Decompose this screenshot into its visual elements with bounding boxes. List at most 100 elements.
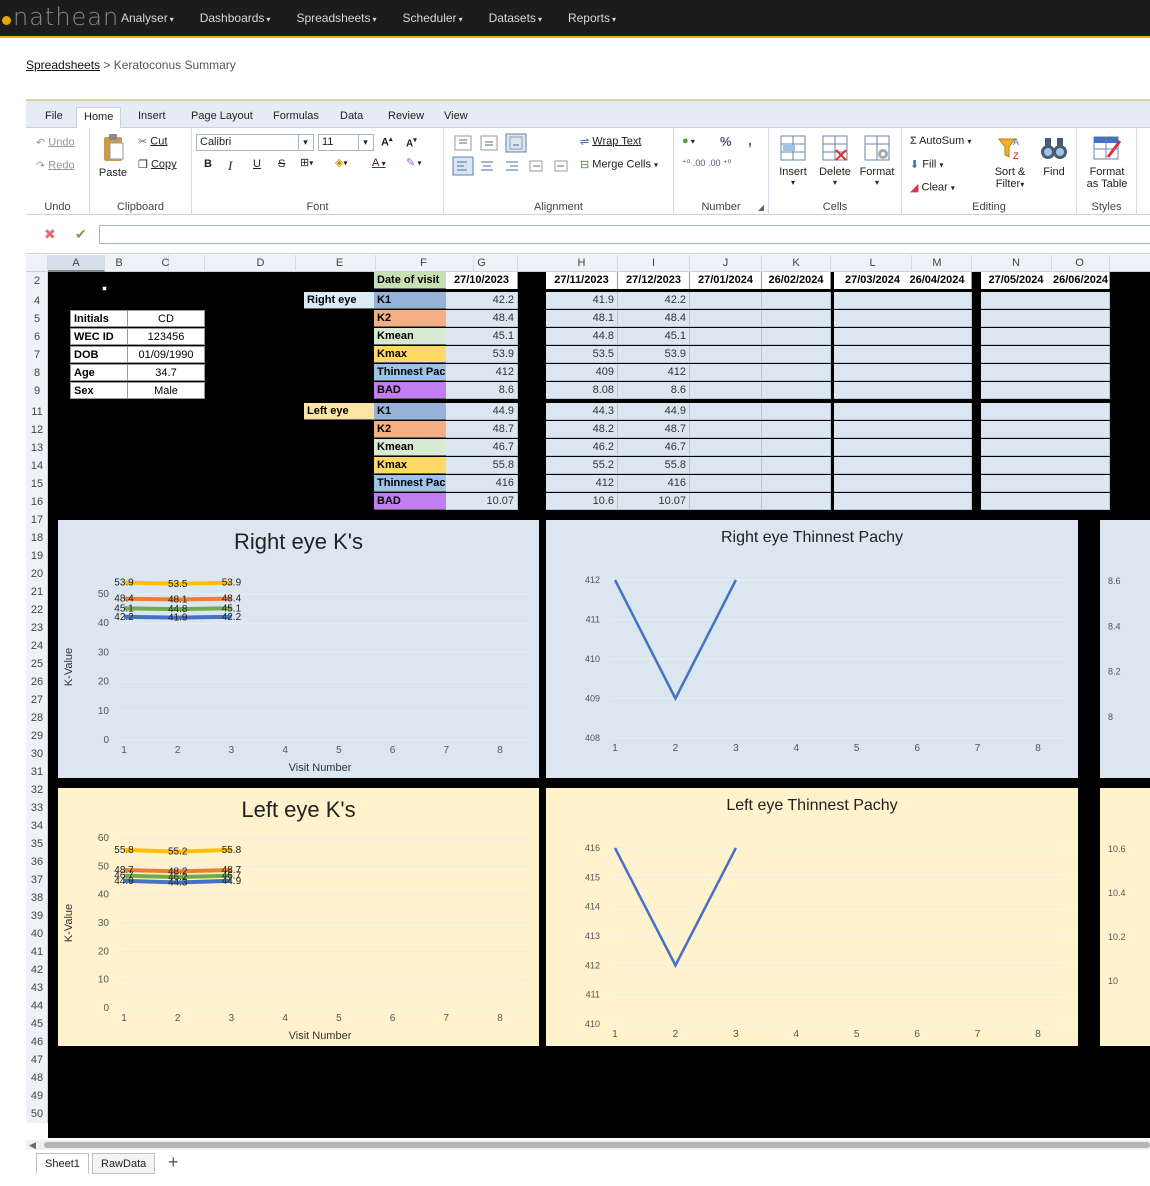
empty-cell[interactable] (1050, 457, 1110, 474)
empty-cell[interactable] (981, 421, 1052, 438)
column-header-i[interactable]: I (618, 255, 690, 272)
empty-cell[interactable] (690, 328, 762, 345)
empty-cell[interactable] (1050, 346, 1110, 363)
row-header-28[interactable]: 28 (26, 709, 48, 727)
undo-button[interactable]: ↶ Undo (36, 136, 75, 149)
patient-value[interactable]: 34.7 (127, 364, 205, 381)
breadcrumb-link-spreadsheets[interactable]: Spreadsheets (26, 58, 100, 72)
empty-cell[interactable] (1050, 328, 1110, 345)
nav-datasets[interactable]: Datasets (489, 11, 542, 25)
empty-cell[interactable] (690, 382, 762, 399)
measure-value[interactable]: 45.1 (446, 328, 518, 345)
row-header-47[interactable]: 47 (26, 1051, 48, 1069)
empty-cell[interactable] (834, 439, 912, 456)
measure-value[interactable]: 10.6 (546, 493, 618, 510)
empty-cell[interactable] (762, 310, 831, 327)
empty-cell[interactable] (690, 292, 762, 309)
row-header-32[interactable]: 32 (26, 781, 48, 799)
measure-value[interactable]: 10.07 (446, 493, 518, 510)
measure-value[interactable]: 412 (546, 475, 618, 492)
sort-filter-button[interactable]: AZ Sort & Filter▾ (990, 133, 1030, 190)
wrap-text-button[interactable]: ⇌ Wrap Text (580, 135, 641, 148)
grow-font-button[interactable]: A▴ (381, 135, 392, 149)
row-header-50[interactable]: 50 (26, 1105, 48, 1123)
row-header-20[interactable]: 20 (26, 565, 48, 583)
empty-cell[interactable] (903, 364, 972, 381)
nav-dashboards[interactable]: Dashboards (200, 11, 271, 25)
column-header-h[interactable]: H (546, 255, 618, 272)
row-header-29[interactable]: 29 (26, 727, 48, 745)
empty-cell[interactable] (762, 292, 831, 309)
empty-cell[interactable] (690, 364, 762, 381)
empty-cell[interactable] (903, 292, 972, 309)
measure-value[interactable]: 10.07 (618, 493, 690, 510)
empty-cell[interactable] (690, 475, 762, 492)
empty-cell[interactable] (762, 382, 831, 399)
row-header-19[interactable]: 19 (26, 547, 48, 565)
empty-cell[interactable] (903, 310, 972, 327)
empty-cell[interactable] (903, 475, 972, 492)
redo-button[interactable]: ↷ Redo (36, 159, 75, 172)
row-header-12[interactable]: 12 (26, 421, 48, 439)
measure-value[interactable]: 8.6 (446, 382, 518, 399)
alignment-icons[interactable] (452, 133, 572, 177)
measure-value[interactable]: 44.9 (618, 403, 690, 420)
cut-button[interactable]: ✂ Cut (138, 135, 167, 148)
empty-cell[interactable] (1050, 421, 1110, 438)
row-header-36[interactable]: 36 (26, 853, 48, 871)
measure-value[interactable]: 45.1 (618, 328, 690, 345)
tab-review[interactable]: Review (388, 110, 424, 122)
empty-cell[interactable] (690, 421, 762, 438)
row-header-42[interactable]: 42 (26, 961, 48, 979)
sheet-tab-sheet1[interactable]: Sheet1 (36, 1153, 89, 1174)
empty-cell[interactable] (903, 457, 972, 474)
column-header-n[interactable]: N (981, 255, 1052, 272)
measure-value[interactable]: 409 (546, 364, 618, 381)
row-header-13[interactable]: 13 (26, 439, 48, 457)
tab-data[interactable]: Data (340, 110, 363, 122)
row-header-21[interactable]: 21 (26, 583, 48, 601)
format-as-table-button[interactable]: Format as Table (1083, 133, 1131, 190)
patient-value[interactable]: 01/09/1990 (127, 346, 205, 363)
row-header-9[interactable]: 9 (26, 382, 48, 400)
row-header-6[interactable]: 6 (26, 328, 48, 346)
tab-page-layout[interactable]: Page Layout (191, 110, 253, 122)
empty-cell[interactable] (903, 328, 972, 345)
find-button[interactable]: Find (1038, 133, 1070, 178)
empty-cell[interactable] (690, 310, 762, 327)
column-header-e[interactable]: E (304, 255, 376, 272)
italic-button[interactable]: I (228, 158, 232, 174)
empty-cell[interactable] (981, 439, 1052, 456)
empty-cell[interactable] (903, 421, 972, 438)
empty-cell[interactable] (690, 403, 762, 420)
scroll-left-icon[interactable]: ◀ (29, 1140, 36, 1151)
empty-cell[interactable] (903, 346, 972, 363)
row-header-27[interactable]: 27 (26, 691, 48, 709)
column-header-k[interactable]: K (762, 255, 831, 272)
empty-cell[interactable] (834, 457, 912, 474)
insert-cells-button[interactable]: Insert ▾ (775, 133, 811, 187)
column-header-j[interactable]: J (690, 255, 762, 272)
patient-value[interactable]: 123456 (127, 328, 205, 345)
row-header-15[interactable]: 15 (26, 475, 48, 493)
row-header-37[interactable]: 37 (26, 871, 48, 889)
patient-value[interactable]: Male (127, 382, 205, 399)
sheet-tab-rawdata[interactable]: RawData (92, 1153, 156, 1174)
row-header-25[interactable]: 25 (26, 655, 48, 673)
empty-cell[interactable] (903, 382, 972, 399)
row-header-4[interactable]: 4 (26, 292, 48, 310)
borders-button[interactable]: ⊞▾ (300, 156, 313, 169)
row-header-49[interactable]: 49 (26, 1087, 48, 1105)
currency-button[interactable]: ● ▾ (682, 135, 695, 147)
measure-value[interactable]: 41.9 (546, 292, 618, 309)
measure-value[interactable]: 46.7 (446, 439, 518, 456)
copy-button[interactable]: ❐ Copy (138, 158, 177, 171)
measure-value[interactable]: 55.2 (546, 457, 618, 474)
empty-cell[interactable] (762, 439, 831, 456)
paste-button[interactable]: Paste (98, 133, 128, 179)
empty-cell[interactable] (762, 364, 831, 381)
measure-value[interactable]: 55.8 (446, 457, 518, 474)
empty-cell[interactable] (1050, 493, 1110, 510)
row-header-38[interactable]: 38 (26, 889, 48, 907)
eye-label[interactable]: Right eye (304, 292, 376, 309)
